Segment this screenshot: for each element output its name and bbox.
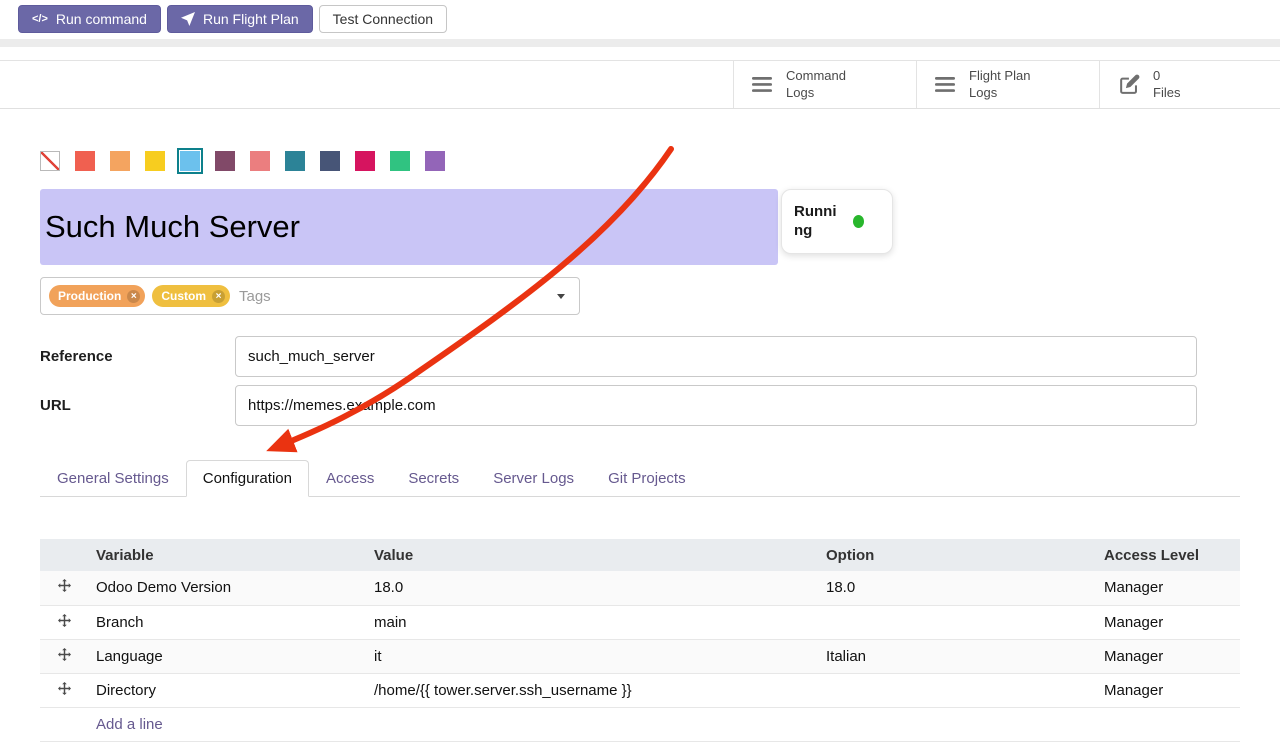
color-swatch-green[interactable] [390,151,410,171]
column-header-access-level: Access Level [1096,539,1240,571]
run-command-button[interactable]: </> Run command [18,5,161,33]
tab-access[interactable]: Access [309,460,391,497]
color-swatch-teal[interactable] [285,151,305,171]
color-swatch-magenta[interactable] [355,151,375,171]
cell-value[interactable]: it [366,639,818,673]
color-swatch-purple[interactable] [425,151,445,171]
run-flight-plan-button[interactable]: Run Flight Plan [167,5,313,33]
status-dot-icon [853,215,864,228]
cell-option[interactable] [818,605,1096,639]
cell-access-level[interactable]: Manager [1096,571,1240,605]
reference-label: Reference [40,348,235,365]
drag-handle-icon[interactable] [58,648,71,661]
notebook-tabs: General Settings Configuration Access Se… [40,460,1240,497]
add-line-row: Add a line [40,707,1240,741]
tags-input[interactable]: Production × Custom × Tags [40,277,580,315]
color-palette [40,149,1240,173]
column-header-variable: Variable [88,539,366,571]
cell-value[interactable]: main [366,605,818,639]
list-icon [935,76,957,93]
column-header-option: Option [818,539,1096,571]
drag-handle-icon[interactable] [58,579,71,592]
cell-option[interactable]: Italian [818,639,1096,673]
cell-option[interactable]: 18.0 [818,571,1096,605]
cell-variable[interactable]: Branch [88,605,366,639]
cell-value[interactable]: 18.0 [366,571,818,605]
color-swatch-red[interactable] [75,151,95,171]
color-swatch-salmon[interactable] [250,151,270,171]
tag-production: Production × [49,285,145,307]
cell-variable[interactable]: Directory [88,673,366,707]
run-command-label: Run command [56,11,147,27]
cell-access-level[interactable]: Manager [1096,639,1240,673]
flight-plan-logs-button[interactable]: Flight Plan Logs [916,61,1099,108]
files-label: 0 Files [1153,68,1180,101]
status-label: Running [794,203,844,241]
tab-secrets[interactable]: Secrets [391,460,476,497]
files-button[interactable]: 0 Files [1099,61,1280,108]
tag-custom: Custom × [152,285,230,307]
files-count: 0 [1153,68,1160,83]
color-swatch-no-color[interactable] [40,151,60,171]
color-swatch-orange[interactable] [110,151,130,171]
cell-access-level[interactable]: Manager [1096,673,1240,707]
handle-column-header [40,539,88,571]
edit-icon [1118,73,1141,96]
tag-remove-icon[interactable]: × [127,290,140,303]
separator-band [0,39,1280,47]
tab-configuration[interactable]: Configuration [186,460,309,497]
flight-plan-logs-label: Flight Plan Logs [969,68,1030,101]
add-a-line-link[interactable]: Add a line [96,716,163,733]
table-row: Directory /home/{{ tower.server.ssh_user… [40,673,1240,707]
url-label: URL [40,397,235,414]
tag-remove-icon[interactable]: × [212,290,225,303]
test-connection-button[interactable]: Test Connection [319,5,447,33]
table-row: Odoo Demo Version 18.0 18.0 Manager [40,571,1240,605]
cell-option[interactable] [818,673,1096,707]
color-swatch-yellow[interactable] [145,151,165,171]
color-swatch-dark-purple[interactable] [215,151,235,171]
table-header-row: Variable Value Option Access Level [40,539,1240,571]
action-toolbar: </> Run command Run Flight Plan Test Con… [0,0,1280,39]
table-row: Branch main Manager [40,605,1240,639]
tab-git-projects[interactable]: Git Projects [591,460,703,497]
cell-variable[interactable]: Odoo Demo Version [88,571,366,605]
status-bar: Command Logs Flight Plan Logs 0 Files [0,60,1280,109]
run-flight-plan-label: Run Flight Plan [203,11,299,27]
variables-table: Variable Value Option Access Level Odoo … [40,539,1240,742]
command-logs-label: Command Logs [786,68,846,101]
color-swatch-light-blue[interactable] [180,151,200,171]
chevron-down-icon[interactable] [557,294,565,299]
tags-placeholder: Tags [239,288,550,305]
paper-plane-icon [181,12,195,26]
server-name-title[interactable]: Such Much Server [40,189,778,265]
url-input[interactable] [235,385,1197,426]
tab-general-settings[interactable]: General Settings [40,460,186,497]
code-icon: </> [32,13,48,25]
test-connection-label: Test Connection [333,11,433,27]
table-row: Language it Italian Manager [40,639,1240,673]
tab-server-logs[interactable]: Server Logs [476,460,591,497]
drag-handle-icon[interactable] [58,682,71,695]
command-logs-button[interactable]: Command Logs [733,61,916,108]
status-card: Running [781,189,893,254]
record-sheet: Such Much Server Running Production × Cu… [0,149,1280,742]
list-icon [752,76,774,93]
cell-variable[interactable]: Language [88,639,366,673]
cell-access-level[interactable]: Manager [1096,605,1240,639]
reference-input[interactable] [235,336,1197,377]
cell-value[interactable]: /home/{{ tower.server.ssh_username }} [366,673,818,707]
drag-handle-icon[interactable] [58,614,71,627]
column-header-value: Value [366,539,818,571]
color-swatch-dark-blue[interactable] [320,151,340,171]
